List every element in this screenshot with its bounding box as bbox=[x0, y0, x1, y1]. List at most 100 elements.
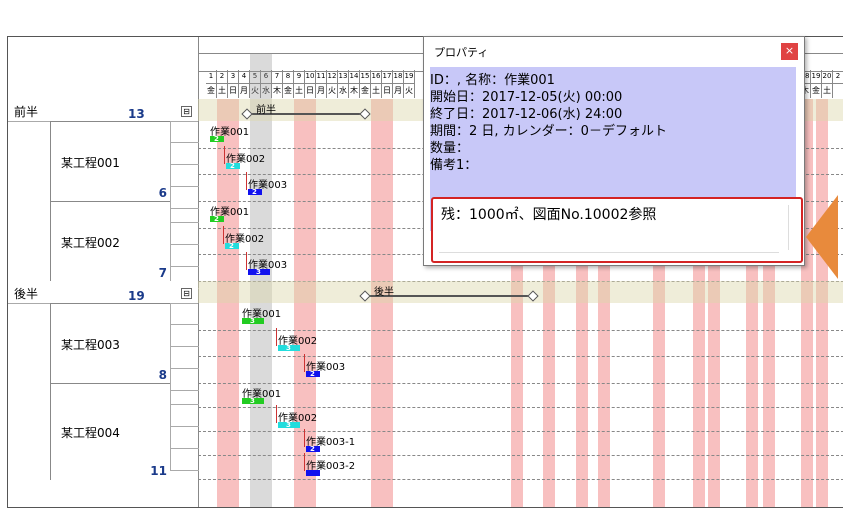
collapse-toggle-icon[interactable]: ⊟ bbox=[181, 288, 192, 299]
row-divider bbox=[198, 329, 843, 331]
weekday: 金 bbox=[361, 86, 369, 95]
day-number: 1 bbox=[206, 70, 216, 84]
task-bar[interactable]: 3 bbox=[242, 397, 264, 405]
weekday: 土 bbox=[823, 86, 831, 95]
day-header: 19 火 bbox=[404, 70, 415, 98]
slot-cell bbox=[171, 405, 199, 427]
task-bar[interactable]: 3 bbox=[278, 343, 300, 352]
day-header: 12 火 bbox=[327, 70, 338, 98]
process-label: 某工程002 bbox=[61, 236, 120, 250]
collapse-toggle-icon[interactable]: ⊟ bbox=[181, 106, 192, 117]
row-divider bbox=[198, 356, 843, 358]
summary-label: 前半 bbox=[256, 105, 276, 116]
process-row[interactable]: 某工程003 8 bbox=[50, 303, 171, 384]
task-bar[interactable]: 2 bbox=[306, 445, 320, 453]
process-row[interactable]: 某工程004 11 bbox=[50, 383, 171, 480]
task-duration: 2 bbox=[310, 370, 315, 379]
callout-arrow-icon bbox=[806, 195, 838, 279]
process-label: 某工程003 bbox=[61, 338, 120, 352]
day-number: 8 bbox=[283, 70, 293, 84]
day-header: 4月 bbox=[239, 70, 250, 98]
day-number: 19 bbox=[404, 70, 414, 84]
task-bar[interactable]: 2 bbox=[306, 370, 320, 379]
close-icon[interactable]: × bbox=[781, 43, 798, 60]
task-duration: 3 bbox=[250, 317, 255, 325]
day-number: 2 bbox=[833, 70, 843, 84]
task-bar[interactable] bbox=[306, 470, 320, 476]
task-bar[interactable]: 3 bbox=[248, 268, 270, 277]
weekday: 金 bbox=[812, 86, 820, 95]
holiday-column bbox=[371, 99, 382, 507]
dependency-arrow bbox=[304, 354, 305, 373]
process-row[interactable]: 某工程001 6 bbox=[50, 121, 171, 202]
row-divider bbox=[198, 431, 843, 432]
dependency-arrow bbox=[276, 327, 277, 346]
dependency-arrow bbox=[246, 252, 247, 271]
day-header: 19 金 bbox=[811, 70, 822, 98]
note-vertical-scrollbar[interactable] bbox=[788, 205, 797, 250]
weekday: 土 bbox=[372, 86, 380, 95]
day-number: 7 bbox=[272, 70, 282, 84]
slot-cell bbox=[171, 347, 199, 369]
day-number: 13 bbox=[338, 70, 348, 84]
day-header: 15 金 bbox=[360, 70, 371, 98]
note-text: 残：1000㎡、図面No.10002参照 bbox=[441, 207, 657, 223]
task-duration: 3 bbox=[250, 397, 255, 405]
day-number: 10 bbox=[305, 70, 315, 84]
task-bar[interactable]: 2 bbox=[226, 162, 240, 169]
properties-dialog: プロパティ × ID：, 名称：作業001 開始日：2017-12-05(火) … bbox=[423, 36, 805, 266]
note-textarea[interactable]: 残：1000㎡、図面No.10002参照 bbox=[431, 197, 803, 263]
slot-cell bbox=[171, 223, 199, 245]
task-bar[interactable]: 2 bbox=[210, 216, 224, 223]
weekday: 土 bbox=[218, 86, 226, 95]
dependency-arrow bbox=[304, 429, 305, 447]
weekday: 日 bbox=[229, 86, 237, 95]
process-row[interactable]: 某工程002 7 bbox=[50, 201, 171, 282]
slot-cell bbox=[171, 143, 199, 165]
day-header: 2土 bbox=[217, 70, 228, 98]
slot-cell bbox=[171, 383, 199, 405]
task-duration: 2 bbox=[229, 241, 234, 250]
group-row[interactable]: 後半 19 ⊟ bbox=[8, 281, 198, 304]
day-header: 2 bbox=[833, 70, 843, 98]
process-count: 8 bbox=[158, 368, 167, 382]
day-header: 16 土 bbox=[371, 70, 382, 98]
dialog-titlebar[interactable]: プロパティ × bbox=[424, 37, 804, 65]
row-divider bbox=[198, 479, 843, 480]
task-duration: 3 bbox=[286, 343, 291, 352]
row-divider bbox=[198, 455, 843, 456]
task-duration: 3 bbox=[286, 421, 291, 429]
group-row[interactable]: 前半 13 ⊟ bbox=[8, 99, 198, 122]
day-header: 1金 bbox=[206, 70, 217, 98]
task-bar[interactable]: 3 bbox=[242, 317, 264, 325]
group-band bbox=[198, 281, 843, 303]
weekday: 月 bbox=[394, 86, 402, 95]
day-number: 20 bbox=[822, 70, 832, 84]
weekday: 火 bbox=[405, 86, 413, 95]
weekday: 木 bbox=[273, 86, 281, 95]
task-bar[interactable]: 2 bbox=[225, 241, 239, 250]
tree-header bbox=[8, 37, 198, 100]
task-bar[interactable]: 2 bbox=[248, 188, 262, 197]
task-bar[interactable]: 3 bbox=[278, 421, 300, 429]
day-header: 9土 bbox=[294, 70, 305, 98]
slot-column bbox=[170, 303, 199, 391]
slot-cell bbox=[171, 201, 199, 223]
note-horizontal-scrollbar[interactable] bbox=[439, 252, 779, 257]
group-label: 前半 bbox=[14, 105, 39, 119]
group-count: 13 bbox=[128, 107, 145, 121]
task-duration: 2 bbox=[252, 188, 257, 197]
slot-cell bbox=[171, 449, 199, 471]
weekday: 月 bbox=[317, 86, 325, 95]
day-number: 18 bbox=[393, 70, 403, 84]
task-duration: 3 bbox=[256, 268, 261, 277]
task-bar[interactable]: 2 bbox=[210, 136, 224, 143]
dependency-arrow bbox=[276, 405, 277, 423]
day-header: 7木 bbox=[272, 70, 283, 98]
weekday: 日 bbox=[306, 86, 314, 95]
row-divider bbox=[198, 383, 843, 384]
day-number: 14 bbox=[349, 70, 359, 84]
day-number: 3 bbox=[228, 70, 238, 84]
day-header: 20 土 bbox=[822, 70, 833, 98]
task-duration: 2 bbox=[310, 445, 315, 453]
